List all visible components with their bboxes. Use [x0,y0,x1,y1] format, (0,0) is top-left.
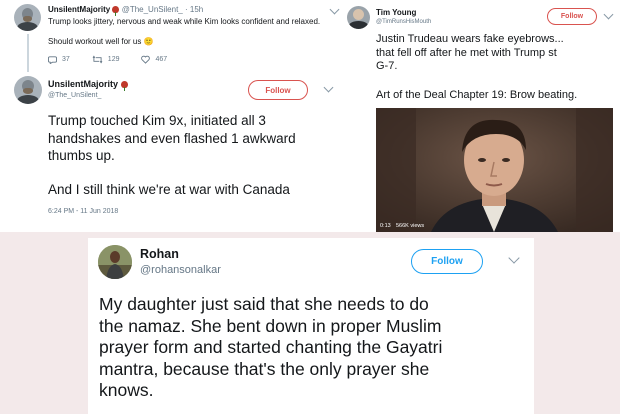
tweet-text-line: the namaz. She bent down in proper Musli… [99,315,442,336]
tweet-text-line: knows. [99,380,154,400]
retweet-button[interactable]: 129 [92,55,120,64]
tweet-timestamp[interactable]: 6:24 PM - 11 Jun 2018 [48,208,118,215]
tweet-actions: 37 129 467 [48,55,189,64]
tweet-time[interactable]: · 15h [185,5,203,14]
rose-icon [112,6,120,17]
avatar[interactable] [14,76,42,104]
parent-tweet-text-line1: Trump looks jittery, nervous and weak wh… [48,17,321,26]
reply-icon [48,56,57,64]
tweet-text: My daughter just said that she needs to … [99,294,442,402]
handle[interactable]: @The_UnSilent_ [48,92,101,99]
display-name[interactable]: Tim Young [376,8,416,17]
handle[interactable]: @rohansonalkar [140,264,221,276]
tweet-text: Justin Trudeau wears fake eyebrows... th… [376,33,564,74]
reply-button[interactable]: 37 [48,55,70,64]
video-player[interactable]: 0:13 566K views [376,108,613,232]
reply-count: 37 [62,56,70,63]
chevron-down-icon[interactable] [603,9,614,20]
tweet-text-line: thumbs up. [48,148,115,163]
tweet-author: UnsilentMajority [48,79,128,92]
tweet-text-line: that fell off after he met with Trump st [376,46,557,59]
avatar[interactable] [98,245,132,279]
heart-icon [141,55,151,64]
tweet-card-rohan: Rohan @rohansonalkar Follow My daughter … [88,238,534,414]
avatar[interactable] [347,6,370,29]
like-count: 467 [155,56,168,63]
parent-tweet-text-line2: Should workout well for us 🙂 [48,37,154,46]
rose-icon [120,81,128,92]
follow-button[interactable]: Follow [547,8,597,25]
retweet-count: 129 [107,56,120,63]
chevron-down-icon[interactable] [329,4,340,15]
tweet-text-line: Trump touched Kim 9x, initiated all 3 [48,113,266,128]
chevron-down-icon[interactable] [323,82,334,93]
tweet-text-line: mantra, because that's the only prayer s… [99,358,430,379]
tweet-card-tim-young: Tim Young @TimRunsHisMouth Follow Justin… [340,0,620,232]
tweet-text-line: My daughter just said that she needs to … [99,294,429,314]
handle[interactable]: @The_UnSilent_ [122,5,183,14]
tweet-text-line: And I still think we're at war with Cana… [48,182,290,197]
display-name[interactable]: UnsilentMajority [48,79,118,89]
avatar[interactable] [14,4,41,31]
parent-tweet-header: UnsilentMajority @The_UnSilent_ · 15h [48,5,203,17]
video-duration: 0:13 [380,223,391,229]
avatar-photo [98,245,132,279]
handle[interactable]: @TimRunsHisMouth [376,19,431,25]
like-button[interactable]: 467 [141,55,167,64]
tweet-card-unsilentmajority: UnsilentMajority @The_UnSilent_ · 15h Tr… [0,0,352,232]
chevron-down-icon[interactable] [508,252,520,264]
follow-button[interactable]: Follow [248,80,308,100]
tweet-text-line: Justin Trudeau wears fake eyebrows... [376,33,564,45]
video-views: 566K views [396,223,425,229]
retweet-icon [92,55,103,64]
tweet-text: Trump touched Kim 9x, initiated all 3 ha… [48,112,296,165]
follow-button[interactable]: Follow [411,249,483,274]
tweet-text-line: Art of the Deal Chapter 19: Brow beating… [376,89,578,101]
tweet-text-line: handshakes and even flashed 1 awkward [48,130,296,146]
tweet-text-line: G-7. [376,60,398,72]
video-thumbnail [376,108,613,232]
display-name[interactable]: UnsilentMajority [48,5,110,14]
display-name[interactable]: Rohan [140,247,179,261]
tweet-text-line: prayer form and started chanting the Gay… [99,337,443,357]
thread-line [27,34,29,72]
